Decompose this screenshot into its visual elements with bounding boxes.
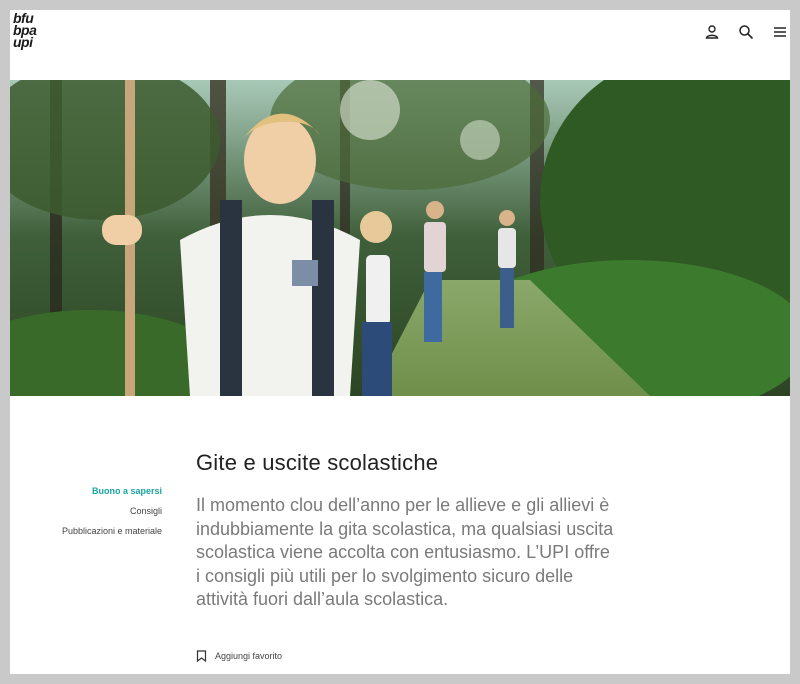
add-favorite-label: Aggiungi favorito bbox=[215, 651, 283, 661]
sidebar-item-consigli[interactable]: Consigli bbox=[10, 506, 162, 516]
page-title: Gite e uscite scolastiche bbox=[196, 450, 439, 475]
sidebar-nav: Buono a sapersi Consigli Pubblicazioni e… bbox=[10, 486, 162, 546]
bfu-logo[interactable]: bfu bpa upi bbox=[13, 11, 53, 49]
main-content: Gite e uscite scolastiche Il momento clo… bbox=[196, 450, 616, 612]
sidebar-item-pubblicazioni[interactable]: Pubblicazioni e materiale bbox=[10, 526, 162, 536]
sidebar-item-buono-a-sapersi[interactable]: Buono a sapersi bbox=[10, 486, 162, 496]
search-icon[interactable] bbox=[736, 22, 756, 42]
lead-paragraph: Il momento clou dell’anno per le allieve… bbox=[196, 495, 614, 609]
page-frame: bfu bpa upi Buono a sapersi Consigli Pub… bbox=[10, 10, 790, 674]
bookmark-icon bbox=[196, 650, 207, 662]
hero-image bbox=[10, 80, 790, 396]
hero-illustration bbox=[10, 80, 790, 396]
header-actions bbox=[702, 22, 790, 42]
user-icon[interactable] bbox=[702, 22, 722, 42]
site-header: bfu bpa upi bbox=[10, 10, 790, 80]
menu-icon[interactable] bbox=[770, 22, 790, 42]
add-favorite-button[interactable]: Aggiungi favorito bbox=[196, 650, 282, 662]
